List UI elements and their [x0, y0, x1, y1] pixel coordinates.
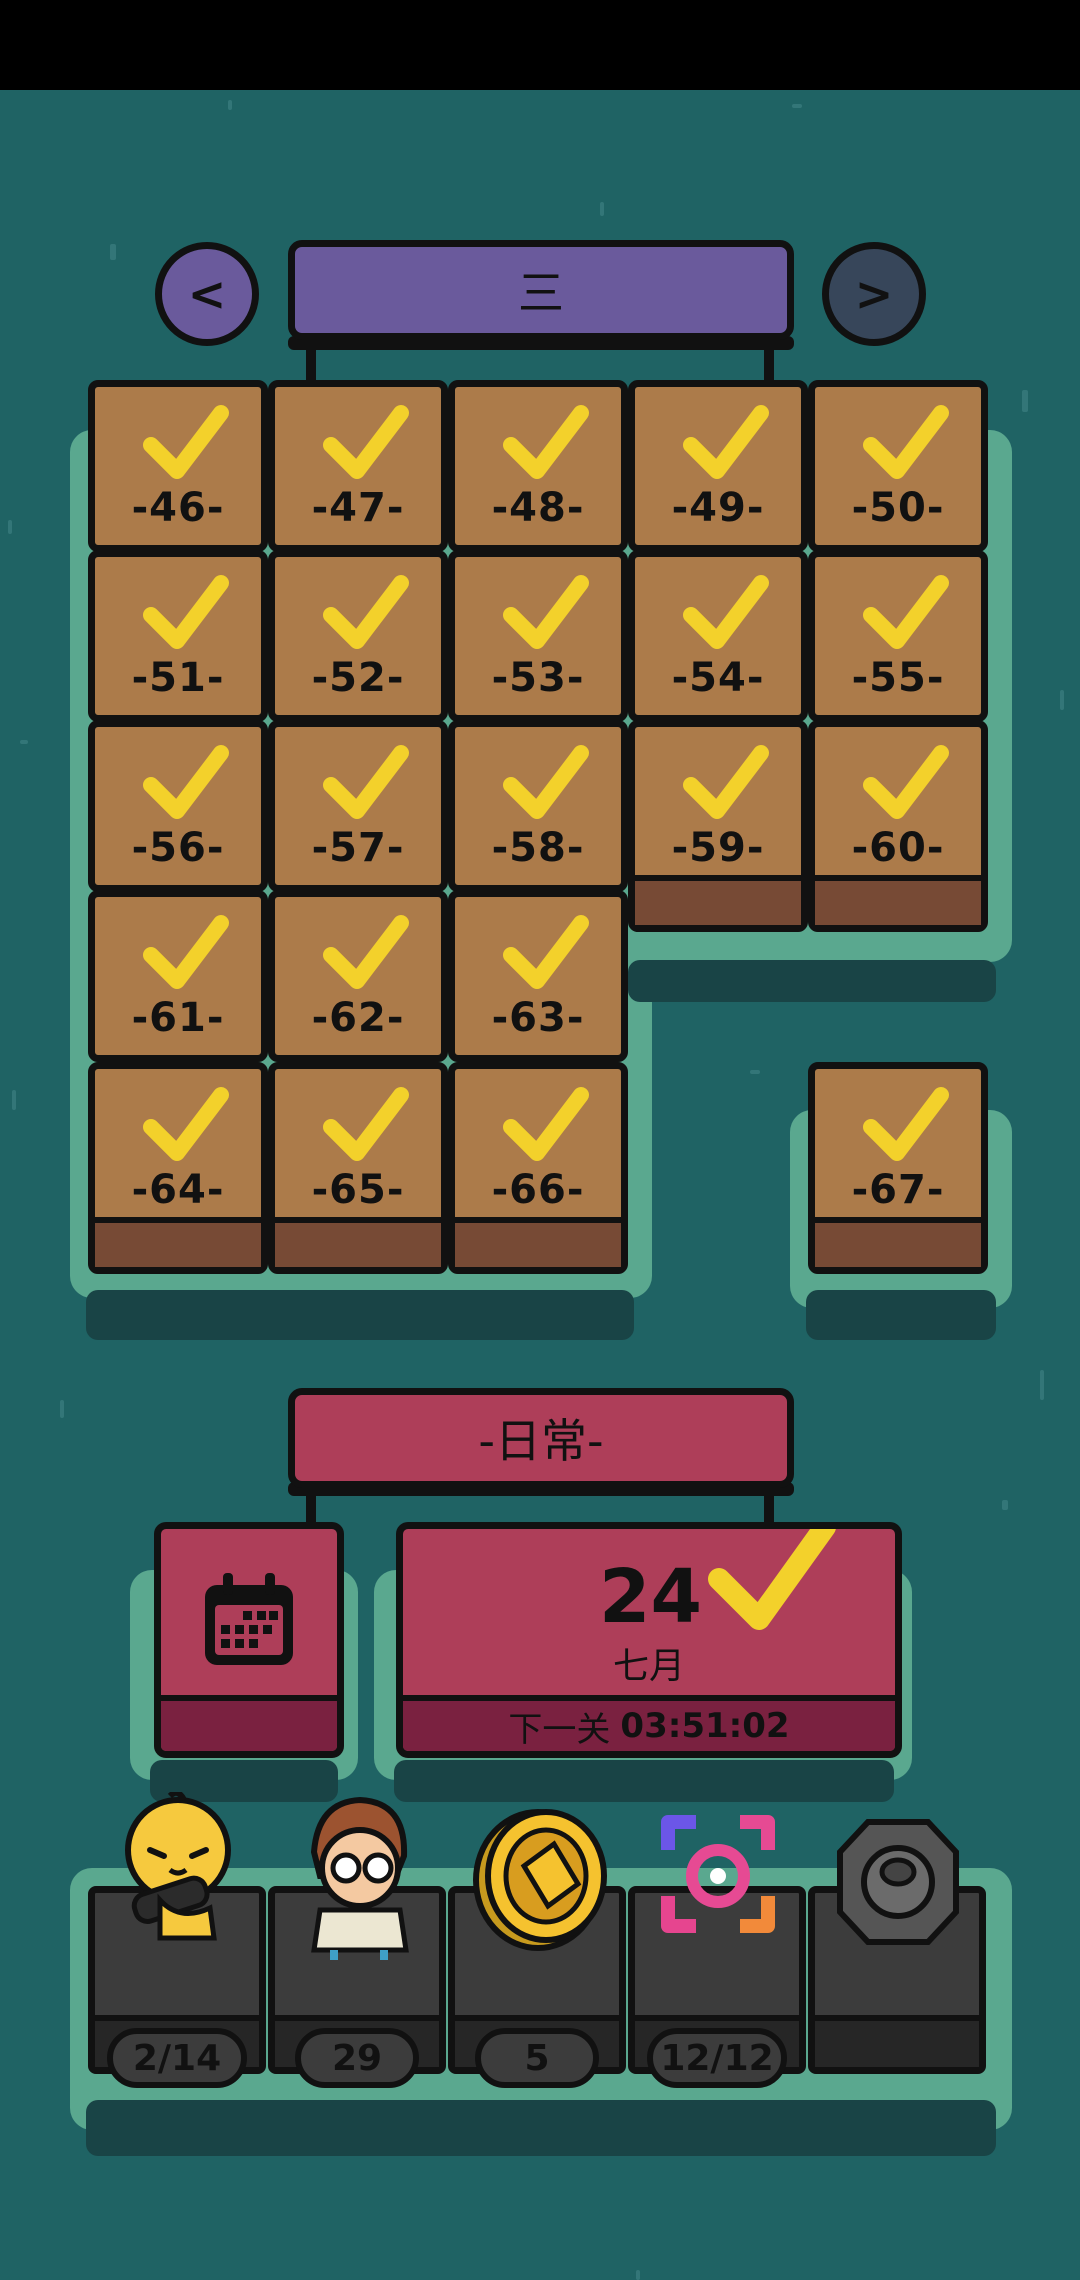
- next-level-label: 下一关: [508, 1709, 611, 1750]
- count-badge: 2/14: [107, 2028, 247, 2088]
- level-tile[interactable]: -67-: [808, 1062, 988, 1274]
- level-number: -61-: [131, 995, 225, 1041]
- level-number: -53-: [491, 655, 585, 701]
- checkmark-icon: [143, 1087, 229, 1161]
- level-number: -62-: [311, 995, 405, 1041]
- level-tile[interactable]: -55-: [808, 550, 988, 722]
- checkmark-icon: [503, 1087, 589, 1161]
- level-number: -55-: [851, 655, 945, 701]
- level-number: -52-: [311, 655, 405, 701]
- count-badge: 12/12: [647, 2028, 787, 2088]
- level-number: -54-: [671, 655, 765, 701]
- checkmark-icon: [863, 575, 949, 649]
- checkmark-icon: [863, 745, 949, 819]
- daily-check-icon: [708, 1529, 836, 1630]
- level-number: -67-: [851, 1167, 945, 1213]
- level-tile[interactable]: -49-: [628, 380, 808, 552]
- daily-title-banner: -日常-: [288, 1388, 794, 1488]
- level-number: -59-: [671, 825, 765, 871]
- level-number: -56-: [131, 825, 225, 871]
- daily-challenge-card[interactable]: 24 七月 下一关 03:51:02: [396, 1522, 902, 1758]
- level-tile[interactable]: -65-: [268, 1062, 448, 1274]
- status-bar: [0, 0, 1080, 90]
- calendar-button[interactable]: [154, 1522, 344, 1758]
- count-badge: 5: [475, 2028, 599, 2088]
- level-tile[interactable]: -52-: [268, 550, 448, 722]
- level-tile[interactable]: -63-: [448, 890, 628, 1062]
- checkmark-icon: [503, 745, 589, 819]
- checkmark-icon: [503, 575, 589, 649]
- level-number: -51-: [131, 655, 225, 701]
- chick-character-icon: [125, 1792, 231, 1941]
- level-tile[interactable]: -64-: [88, 1062, 268, 1274]
- checkmark-icon: [683, 575, 769, 649]
- chapter-title: 三: [518, 266, 564, 320]
- daily-countdown: 03:51:02: [620, 1706, 790, 1746]
- level-number: -64-: [131, 1167, 225, 1213]
- drop-shadow-a: [628, 960, 996, 1002]
- level-tile[interactable]: -60-: [808, 720, 988, 932]
- gear-icon: [837, 1819, 959, 1945]
- checkmark-icon: [143, 575, 229, 649]
- level-tile[interactable]: -51-: [88, 550, 268, 722]
- level-tile[interactable]: -62-: [268, 890, 448, 1062]
- shelf-drop: [86, 2100, 996, 2156]
- level-number: -66-: [491, 1167, 585, 1213]
- level-number: -50-: [851, 485, 945, 531]
- level-number: -47-: [311, 485, 405, 531]
- checkmark-icon: [323, 405, 409, 479]
- scientist-character-icon: [310, 1796, 409, 1960]
- drop-shadow-c: [806, 1290, 996, 1340]
- level-number: -57-: [311, 825, 405, 871]
- level-tile[interactable]: -46-: [88, 380, 268, 552]
- checkmark-icon: [323, 575, 409, 649]
- level-number: -49-: [671, 485, 765, 531]
- checkmark-icon: [683, 405, 769, 479]
- level-tile[interactable]: -50-: [808, 380, 988, 552]
- checkmark-icon: [683, 745, 769, 819]
- daily-month: 七月: [613, 1646, 686, 1687]
- level-number: -60-: [851, 825, 945, 871]
- level-tile[interactable]: -53-: [448, 550, 628, 722]
- checkmark-icon: [863, 405, 949, 479]
- next-chapter-button[interactable]: >: [822, 242, 926, 346]
- level-number: -48-: [491, 485, 585, 531]
- count-badge: 29: [295, 2028, 419, 2088]
- checkmark-icon: [143, 745, 229, 819]
- level-tile[interactable]: -59-: [628, 720, 808, 932]
- level-tile[interactable]: -57-: [268, 720, 448, 892]
- checkmark-icon: [863, 1087, 949, 1161]
- calendar-icon: [205, 1573, 293, 1665]
- chevron-left-icon: <: [187, 267, 227, 321]
- checkmark-icon: [503, 915, 589, 989]
- level-tile[interactable]: -54-: [628, 550, 808, 722]
- level-tile[interactable]: -48-: [448, 380, 628, 552]
- level-tile[interactable]: -58-: [448, 720, 628, 892]
- checkmark-icon: [323, 745, 409, 819]
- level-number: -46-: [131, 485, 225, 531]
- level-tile[interactable]: -56-: [88, 720, 268, 892]
- camera-focus-icon: [661, 1815, 775, 1933]
- gold-coin-icon: [473, 1809, 607, 1951]
- daily-day: 24: [599, 1554, 702, 1640]
- level-tile[interactable]: -47-: [268, 380, 448, 552]
- level-number: -65-: [311, 1167, 405, 1213]
- level-number: -58-: [491, 825, 585, 871]
- daily-title: -日常-: [478, 1414, 604, 1468]
- chevron-right-icon: >: [854, 267, 894, 321]
- checkmark-icon: [503, 405, 589, 479]
- prev-chapter-button[interactable]: <: [155, 242, 259, 346]
- drop-shadow-b: [86, 1290, 634, 1340]
- checkmark-icon: [143, 915, 229, 989]
- checkmark-icon: [323, 915, 409, 989]
- chapter-title-banner: 三: [288, 240, 794, 340]
- checkmark-icon: [323, 1087, 409, 1161]
- level-tile[interactable]: -66-: [448, 1062, 628, 1274]
- checkmark-icon: [143, 405, 229, 479]
- level-tile[interactable]: -61-: [88, 890, 268, 1062]
- level-number: -63-: [491, 995, 585, 1041]
